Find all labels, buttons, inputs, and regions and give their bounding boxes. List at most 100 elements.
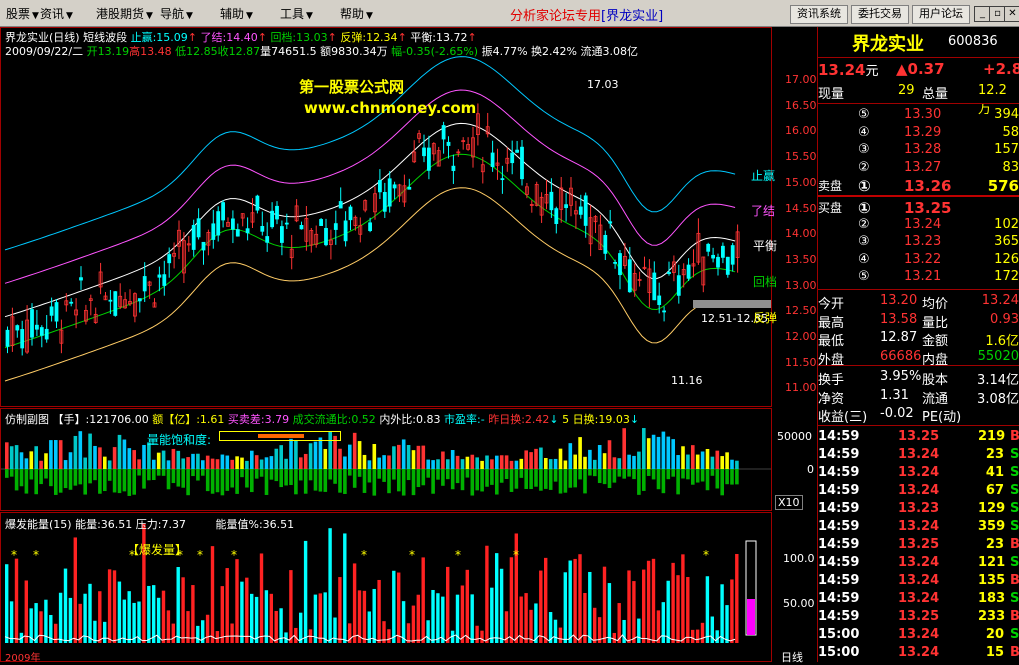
volume-bar-down xyxy=(24,469,29,494)
volume-bar-up xyxy=(323,448,328,469)
volume-bar-down xyxy=(495,469,499,495)
menu-news[interactable]: 资讯 ▼ xyxy=(40,5,73,22)
volume-bar-up xyxy=(695,454,700,469)
candle-body xyxy=(426,147,431,171)
tick-row: 14:59 13.24 359 S xyxy=(818,519,1019,534)
energy-bar xyxy=(695,629,700,643)
now-vol: 29 xyxy=(898,83,915,98)
volume-bar-up xyxy=(107,460,112,469)
volume-bar-up xyxy=(416,445,421,469)
stat-row: 最低 12.87 金额 1.6亿 xyxy=(818,330,1019,349)
candle-body xyxy=(113,291,118,316)
news-system-button[interactable]: 资讯系统 xyxy=(790,5,848,24)
tick-row: 14:59 13.24 23 S xyxy=(818,447,1019,462)
candle-body xyxy=(662,310,666,313)
volume-bar-down xyxy=(416,469,421,488)
volume-bar-down xyxy=(544,469,548,489)
candle-body xyxy=(44,328,49,340)
candle-body xyxy=(299,224,304,230)
candle-body xyxy=(515,149,519,153)
volume-bar-up xyxy=(127,448,132,469)
volume-bar-up xyxy=(303,453,308,469)
candle-body xyxy=(554,208,559,224)
energy-bar xyxy=(250,593,254,643)
volume-bar-down xyxy=(68,469,73,490)
promo-banner[interactable]: 分析家论坛专用[界龙实业] xyxy=(510,5,663,24)
volume-bar-down xyxy=(245,469,249,488)
energy-bar xyxy=(578,554,582,643)
menu-help[interactable]: 帮助 ▼ xyxy=(340,5,373,22)
energy-bar xyxy=(676,575,680,643)
menu-tools[interactable]: 工具 ▼ xyxy=(280,5,313,22)
volume-bar-down xyxy=(705,469,710,491)
tick-row: 15:00 13.24 15 B xyxy=(818,645,1019,660)
energy-bar xyxy=(362,590,367,643)
candle-body xyxy=(167,254,172,264)
volume-bar-up xyxy=(161,450,166,469)
main-chart-panel[interactable]: 界龙实业(日线) 短线波段 止赢:15.09↑ 了结:14.40↑ 回档:13.… xyxy=(0,27,777,407)
sub1-pe: 市盈率:- xyxy=(444,413,485,426)
volume-bar-down xyxy=(509,469,514,492)
volume-bar-down xyxy=(83,469,87,495)
volume-bar-up xyxy=(112,447,117,469)
tick-row: 14:59 13.24 67 S xyxy=(818,483,1019,498)
volume-bar-up xyxy=(583,456,587,469)
menu-assist[interactable]: 辅助 ▼ xyxy=(220,5,253,22)
amplitude-value: 振4.77% xyxy=(481,45,528,58)
volume-subchart[interactable]: 仿制副图 【手】:121706.00 额【亿】:1.61 买卖差:3.79 成交… xyxy=(0,408,772,511)
sell-label: 卖盘 xyxy=(818,179,843,193)
menu-hk-futures[interactable]: 港股期货 ▼ xyxy=(96,5,153,22)
volume-bar-up xyxy=(387,455,391,469)
forum-button[interactable]: 用户论坛 xyxy=(912,5,970,24)
candle-body xyxy=(324,227,328,246)
volume-bar-up xyxy=(196,453,200,469)
volume-bar-down xyxy=(5,469,9,478)
energy-bar xyxy=(499,568,504,643)
candle-body xyxy=(706,243,711,252)
burst-label: 【爆发量】 xyxy=(127,543,188,557)
volume-bar-down xyxy=(387,469,391,494)
trade-button[interactable]: 委托交易 xyxy=(851,5,909,24)
energy-subchart[interactable]: * * * * * * * * * * * 爆发能量(15) 能量:36.51 压力:7.37 能量… xyxy=(0,512,772,664)
volume-bar-down xyxy=(362,469,367,493)
menu-stock[interactable]: 股票 ▼ xyxy=(6,5,39,22)
volume-bar-up xyxy=(426,459,430,469)
candle-body xyxy=(333,223,338,230)
amount-value: 额9830.34万 xyxy=(320,45,388,58)
candle-body xyxy=(343,220,348,242)
volume-bar-down xyxy=(63,469,68,489)
volume-bar-up xyxy=(63,460,68,469)
watermark-url: www.chnmoney.com xyxy=(304,99,477,117)
energy-bar xyxy=(725,605,729,643)
volume-bar-up xyxy=(578,437,582,469)
volume-bar-down xyxy=(460,469,465,491)
volume-bar-up xyxy=(176,450,181,469)
volume-bar-down xyxy=(205,469,210,492)
volume-bar-down xyxy=(480,469,484,492)
energy-bar xyxy=(205,614,210,643)
candle-body xyxy=(319,219,324,226)
menu-navigate[interactable]: 导航 ▼ xyxy=(160,5,193,22)
ask-row: ① 13.26 576 xyxy=(858,177,1019,195)
tick-row: 14:59 13.23 129 S xyxy=(818,501,1019,516)
volume-bar-up xyxy=(436,459,440,469)
volume-bar-up xyxy=(357,441,362,469)
sub1-yday: 昨日换:2.42 xyxy=(488,413,550,426)
candle-body xyxy=(549,191,554,211)
close-icon[interactable]: ✕ xyxy=(1004,6,1019,22)
volume-bar-down xyxy=(686,469,690,480)
volume-bar-up xyxy=(509,460,514,469)
volume-bar-down xyxy=(147,469,151,481)
energy-bar xyxy=(426,620,430,643)
volume-bar-down xyxy=(274,469,279,482)
volume-bar-up xyxy=(676,455,680,469)
volume-bar-down xyxy=(485,469,489,487)
volume-bar-up xyxy=(627,454,631,469)
volume-bar-up xyxy=(450,450,455,469)
sub1-five: 5 日换:19.03 xyxy=(562,413,630,426)
volume-bar-down xyxy=(583,469,587,494)
candle-body xyxy=(407,186,412,190)
volume-bar-up xyxy=(166,460,171,469)
volume-bar-up xyxy=(156,452,161,469)
volume-bar-down xyxy=(578,469,582,480)
